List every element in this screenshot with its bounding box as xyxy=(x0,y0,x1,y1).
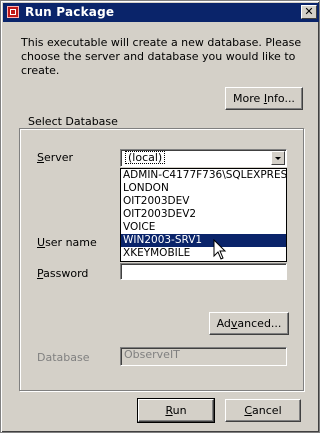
run-label-rest: un xyxy=(172,404,187,417)
database-field[interactable]: ObserveIT xyxy=(120,347,287,366)
cancel-label-mnemonic: C xyxy=(244,404,253,417)
database-label: Database xyxy=(37,351,90,364)
more-info-button[interactable]: More Info... xyxy=(225,87,303,110)
password-label-rest: assword xyxy=(43,267,89,280)
server-option[interactable]: XKEYMOBILE xyxy=(121,247,286,260)
server-dropdown-list[interactable]: ADMIN-C4177F736\SQLEXPRESS LONDON OIT200… xyxy=(120,168,287,262)
chevron-down-icon[interactable] xyxy=(271,151,285,165)
cancel-button[interactable]: Cancel xyxy=(225,399,301,422)
advanced-label-suffix: anced... xyxy=(237,317,282,330)
user-name-label: User name xyxy=(37,236,97,249)
server-option[interactable]: VOICE xyxy=(121,221,286,234)
window-title: Run Package xyxy=(25,5,115,19)
advanced-button[interactable]: Advanced... xyxy=(209,312,289,335)
package-icon xyxy=(7,6,19,18)
password-field[interactable] xyxy=(120,263,287,280)
run-button[interactable]: Run xyxy=(137,398,215,423)
server-label-mnemonic: S xyxy=(37,151,44,164)
title-bar[interactable]: Run Package ✕ xyxy=(3,3,319,22)
server-option[interactable]: OIT2003DEV xyxy=(121,195,286,208)
run-package-dialog: Run Package ✕ This executable will creat… xyxy=(0,0,320,433)
close-icon: ✕ xyxy=(304,5,314,18)
server-combobox[interactable]: (local) xyxy=(120,149,287,167)
more-info-label-suffix: nfo... xyxy=(267,92,295,105)
server-selected-value: (local) xyxy=(125,151,166,164)
server-label: Server xyxy=(37,151,73,164)
server-option-highlighted[interactable]: WIN2003-SRV1 xyxy=(121,234,286,247)
advanced-label-prefix: Ad xyxy=(216,317,231,330)
server-option[interactable]: ADMIN-C4177F736\SQLEXPRESS xyxy=(121,169,286,182)
intro-text: This executable will create a new databa… xyxy=(21,36,302,77)
password-label: Password xyxy=(37,267,88,280)
more-info-label-prefix: More xyxy=(233,92,264,105)
server-option[interactable]: OIT2003DEV2 xyxy=(121,208,286,221)
run-label-mnemonic: R xyxy=(165,404,173,417)
mouse-pointer-icon xyxy=(213,239,227,260)
user-name-label-mnemonic: U xyxy=(37,236,46,249)
user-name-label-rest: ser name xyxy=(45,236,97,249)
cancel-label-rest: ancel xyxy=(252,404,282,417)
close-button[interactable]: ✕ xyxy=(301,5,317,19)
server-label-rest: erver xyxy=(43,151,74,164)
group-title: Select Database xyxy=(25,115,121,128)
server-option[interactable]: LONDON xyxy=(121,182,286,195)
